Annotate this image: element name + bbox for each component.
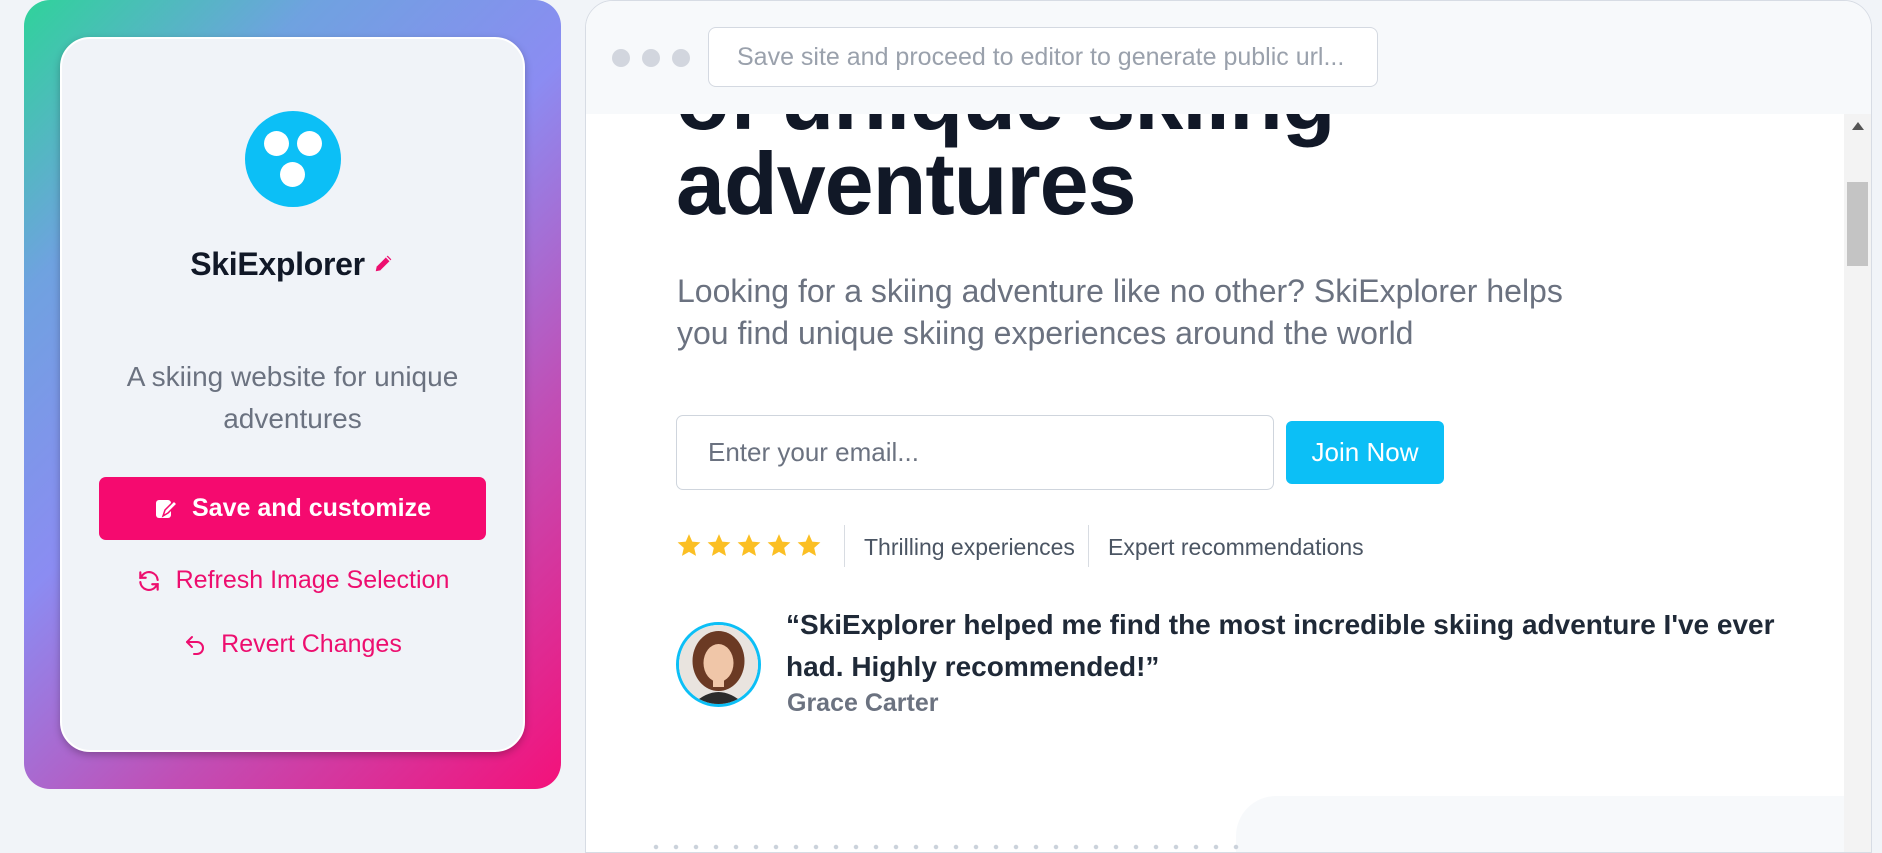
- testimonial-avatar: [676, 622, 761, 707]
- testimonial-quote: “SkiExplorer helped me find the most inc…: [786, 609, 1775, 682]
- join-now-button[interactable]: Join Now: [1286, 421, 1444, 484]
- scroll-thumb[interactable]: [1847, 182, 1868, 266]
- hero-title: of unique skiing adventures: [676, 114, 1336, 233]
- save-and-customize-button[interactable]: Save and customize: [99, 477, 486, 540]
- star-icon: [707, 534, 731, 556]
- preview-scrollbar[interactable]: [1844, 114, 1871, 852]
- star-icon: [767, 534, 791, 556]
- url-bar[interactable]: Save site and proceed to editor to gener…: [708, 27, 1378, 87]
- window-dot-minimize: [642, 49, 660, 67]
- save-and-customize-label: Save and customize: [192, 494, 431, 522]
- site-logo: [245, 111, 341, 207]
- divider: [1088, 525, 1089, 567]
- site-name: SkiExplorer: [190, 246, 365, 282]
- rating-stars: [676, 532, 826, 558]
- testimonial-author: Grace Carter: [787, 689, 939, 717]
- site-tagline: A skiing website for unique adventures: [126, 361, 459, 434]
- revert-changes-link[interactable]: Revert Changes: [0, 630, 585, 659]
- decorative-dots: [646, 844, 1246, 850]
- star-icon: [797, 534, 821, 556]
- divider: [844, 525, 845, 567]
- email-input[interactable]: Enter your email...: [676, 415, 1274, 490]
- edit-note-icon: [156, 499, 178, 518]
- refresh-image-selection-link[interactable]: Refresh Image Selection: [0, 566, 585, 595]
- preview-viewport: of unique skiing adventures Looking for …: [586, 114, 1844, 852]
- hero-subtitle: Looking for a skiing adventure like no o…: [677, 273, 1563, 351]
- feature-thrilling: Thrilling experiences: [864, 534, 1075, 560]
- browser-toolbar: Save site and proceed to editor to gener…: [586, 1, 1871, 115]
- scroll-up-arrow[interactable]: [1852, 122, 1864, 130]
- site-preview-window: Save site and proceed to editor to gener…: [585, 0, 1872, 853]
- feature-expert: Expert recommendations: [1108, 534, 1364, 560]
- star-icon: [737, 534, 761, 556]
- undo-icon: [186, 635, 205, 655]
- window-dot-close: [612, 49, 630, 67]
- revert-label: Revert Changes: [221, 630, 402, 658]
- refresh-icon: [138, 570, 159, 591]
- site-name-row: SkiExplorer: [0, 246, 585, 283]
- pencil-icon[interactable]: [373, 245, 395, 282]
- next-section-panel: [1236, 796, 1844, 852]
- window-dot-maximize: [672, 49, 690, 67]
- refresh-label: Refresh Image Selection: [175, 566, 450, 594]
- star-icon: [677, 534, 701, 556]
